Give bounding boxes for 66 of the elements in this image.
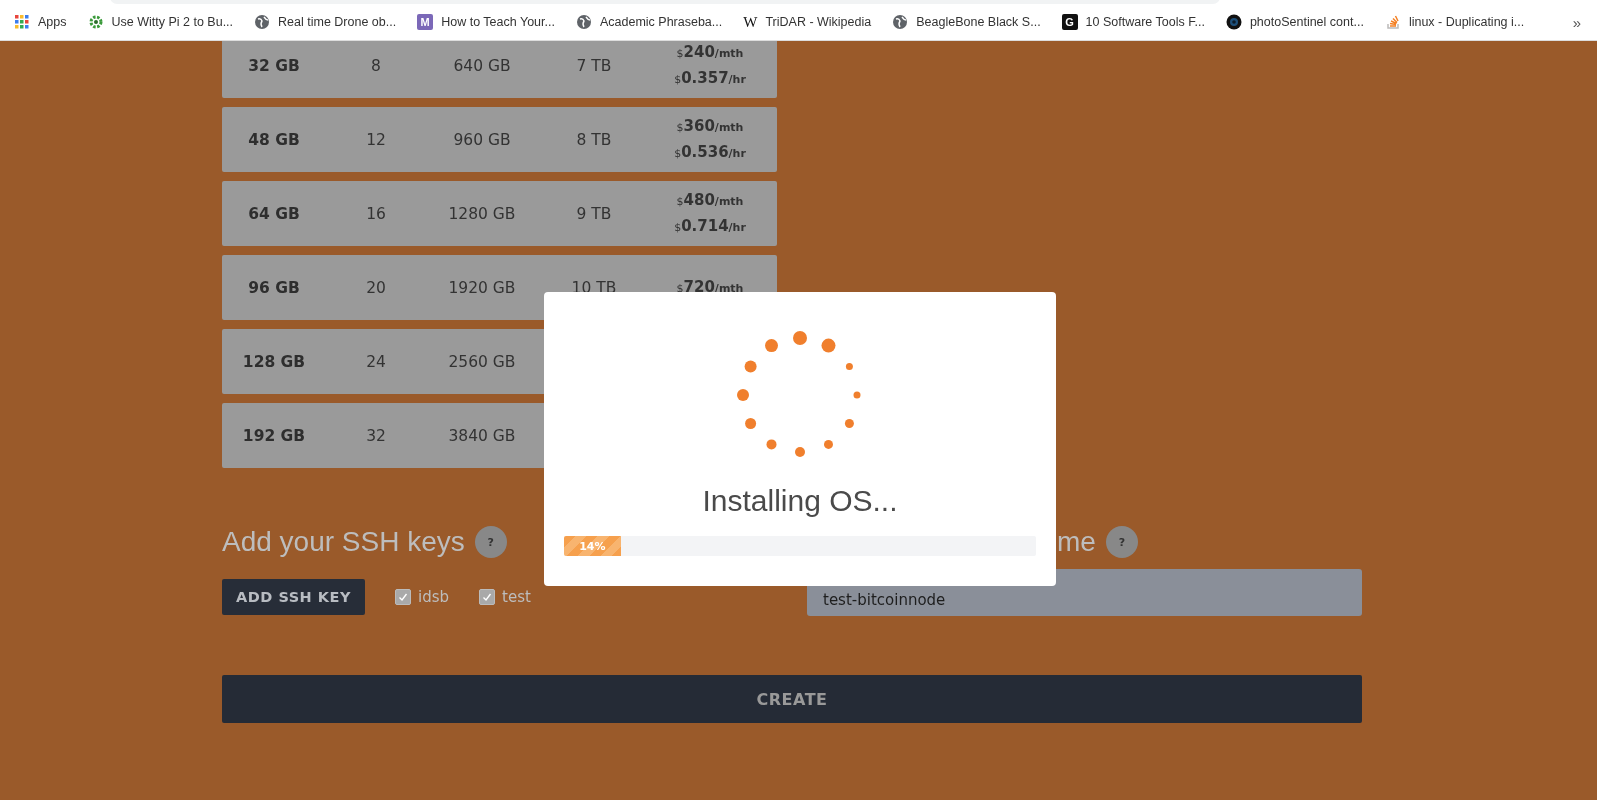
table-cell: 8 TB [576,130,612,149]
checkbox-label: idsb [418,588,450,606]
progress-label: 14% [579,539,606,553]
dialog-title: Installing OS... [702,484,898,518]
price-text: $0.357/hr [673,67,747,89]
apps-grid-icon [14,14,30,30]
help-button[interactable]: ? [474,526,507,558]
site-logo-icon: M [417,14,434,30]
bookmark-link[interactable]: G 10 Software Tools F... [1061,14,1205,30]
create-button[interactable]: CREATE [222,675,1362,723]
table-cell: 24 [366,352,386,371]
table-cell: 3840 GB [448,426,516,445]
bookmark-link[interactable]: photoSentinel cont... [1225,14,1364,30]
camera-lens-icon [1225,14,1242,30]
table-cell: 960 GB [453,130,511,149]
check-icon [481,591,494,603]
price-text: $0.714/hr [673,215,747,237]
table-cell: 16 [366,204,386,223]
table-cell: 8 [371,56,381,75]
bookmark-link[interactable]: M How to Teach Your... [417,14,555,30]
table-cell: 9 TB [576,204,612,223]
bookmark-link[interactable]: Apps [14,14,67,30]
stack-icon [1384,14,1401,30]
table-cell: 12 [366,130,386,149]
globe-icon [254,14,271,30]
section-heading: me [1057,526,1096,558]
table-cell: 128 GB [242,352,306,371]
table-cell: 96 GB [248,278,300,297]
bookmark-link[interactable]: Real time Drone ob... [254,14,397,30]
bookmark-link[interactable]: linux - Duplicating i... [1384,14,1525,30]
price-text: $240/mth [675,41,745,63]
plan-row[interactable]: 32 GB 8 640 GB 7 TB $240/mth $0.357/hr [222,41,777,98]
bookmark-link[interactable]: Academic Phraseba... [575,14,723,30]
table-cell: 32 GB [248,56,300,75]
checkbox[interactable] [395,589,411,605]
globe-icon [575,14,592,30]
more-bookmarks-button[interactable]: » [1572,13,1581,31]
bookmark-link[interactable]: BeagleBone Black S... [892,14,1041,30]
site-logo-icon: W [743,14,758,30]
table-cell: 1280 GB [448,204,516,223]
table-cell: 20 [366,278,386,297]
plan-row[interactable]: 48 GB 12 960 GB 8 TB $360/mth $0.536/hr [222,107,777,172]
checkbox-label: test [502,588,531,606]
section-heading: Add your SSH keys [222,526,465,558]
table-cell: 7 TB [576,56,612,75]
price-text: $480/mth [675,189,745,211]
bookmark-link[interactable]: Use Witty Pi 2 to Bu... [87,14,234,30]
add-ssh-key-button[interactable]: ADD SSH KEY [222,579,365,615]
table-cell: 1920 GB [448,278,516,297]
gear-icon [87,14,104,30]
price-text: $360/mth [675,115,745,137]
plan-row[interactable]: 64 GB 16 1280 GB 9 TB $480/mth $0.714/hr [222,181,777,246]
bookmark-link[interactable]: W TriDAR - Wikipedia [743,14,872,30]
table-cell: 192 GB [242,426,306,445]
table-cell: 32 [366,426,386,445]
site-logo-icon: G [1061,14,1078,30]
price-text: $0.536/hr [673,141,747,163]
table-cell: 2560 GB [448,352,516,371]
check-icon [397,591,409,603]
globe-icon [892,14,909,30]
table-cell: 640 GB [453,56,511,75]
table-cell: 64 GB [248,204,300,223]
checkbox[interactable] [479,589,496,605]
help-button[interactable]: ? [1105,526,1138,558]
table-cell: 48 GB [248,130,300,149]
price-text: $720/mth [675,276,745,298]
